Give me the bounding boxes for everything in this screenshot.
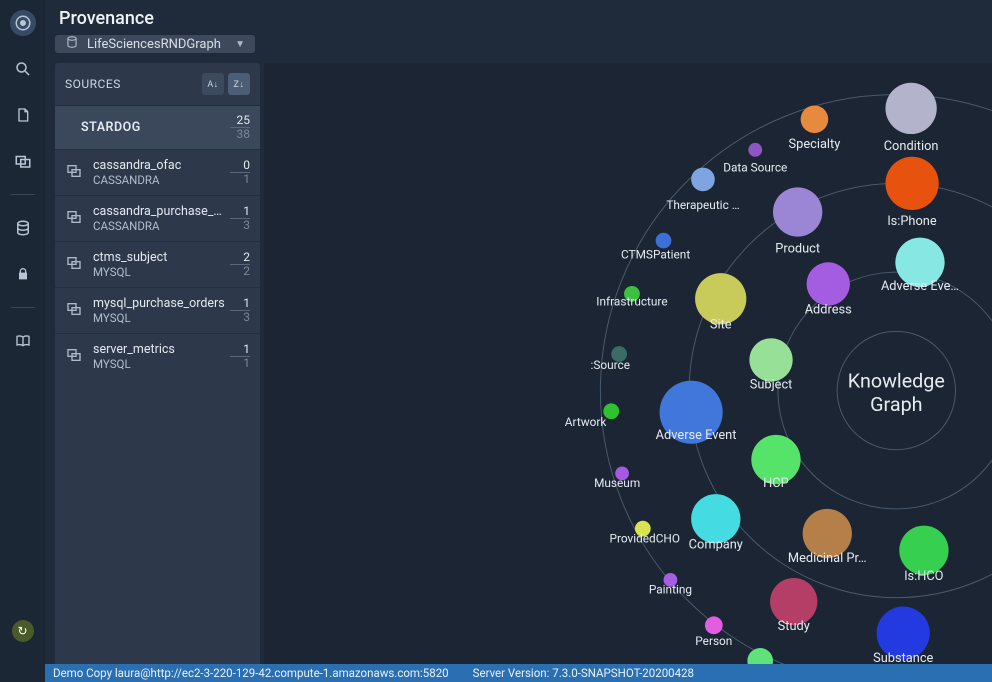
graph-node[interactable] [691, 168, 715, 192]
status-server-version: Server Version: 7.3.0-SNAPSHOT-20200428 [473, 666, 694, 680]
source-item[interactable]: STARDOG2538 [55, 105, 260, 149]
rail-separator [11, 194, 35, 195]
graph-node[interactable] [770, 578, 817, 625]
nav-search-icon[interactable] [10, 56, 36, 82]
graph-node[interactable] [885, 157, 938, 210]
datasource-icon [65, 163, 85, 183]
graph-node-label: Site [710, 317, 732, 332]
graph-node-label: :Source [590, 358, 630, 372]
graph-node-label: Adverse Eve… [881, 279, 959, 294]
graph-node-label: Address [805, 303, 852, 318]
nav-target-icon[interactable] [10, 10, 36, 36]
source-item[interactable]: ctms_subjectMYSQL22 [55, 241, 260, 287]
page-title: Provenance [45, 0, 992, 35]
sort-desc-button[interactable]: Z↓ [228, 73, 250, 95]
graph-node[interactable] [801, 105, 829, 133]
graph-node-label: Infrastructure [596, 295, 667, 309]
source-type: CASSANDRA [93, 173, 230, 187]
graph-node-label: Artwork [565, 415, 607, 429]
graph-node[interactable] [899, 526, 948, 575]
caret-down-icon: ▼ [235, 39, 245, 50]
nav-database-icon[interactable] [10, 215, 36, 241]
source-name: cassandra_purchase_… [93, 204, 230, 219]
source-item[interactable]: mysql_purchase_ordersMYSQL13 [55, 287, 260, 333]
nav-refresh-icon[interactable]: ↻ [12, 620, 34, 642]
source-list: STARDOG2538cassandra_ofacCASSANDRA01cass… [55, 105, 260, 681]
main-area: Provenance LifeSciencesRNDGraph ▼ SOURCE… [45, 0, 992, 682]
graph-node-label: Adverse Event [656, 428, 737, 443]
datasource-icon [65, 301, 85, 321]
center-label-1: Knowledge [848, 370, 945, 393]
sources-heading: SOURCES [65, 77, 121, 91]
graph-node-label: Specialty [789, 137, 841, 152]
source-type: MYSQL [93, 311, 230, 325]
graph-node[interactable] [705, 616, 723, 634]
source-item[interactable]: cassandra_ofacCASSANDRA01 [55, 149, 260, 195]
graph-node-label: Product [775, 241, 820, 256]
graph-node-label: Therapeutic … [666, 198, 739, 212]
graph-node-label: Subject [750, 378, 793, 393]
graph-node-label: Company [689, 537, 743, 552]
datasource-icon [65, 209, 85, 229]
sources-panel: SOURCES A↓ Z↓ STARDOG2538cassandra_ofacC… [55, 63, 260, 682]
nav-book-icon[interactable] [10, 328, 36, 354]
graph-selector[interactable]: LifeSciencesRNDGraph ▼ [55, 35, 255, 53]
graph-selector-value: LifeSciencesRNDGraph [87, 37, 221, 52]
graph-node-label: ls:Phone [888, 214, 937, 229]
database-icon [65, 35, 79, 53]
graph-node[interactable] [691, 494, 740, 543]
graph-node-label: Person [695, 634, 732, 648]
graph-node[interactable] [656, 233, 672, 249]
source-name: mysql_purchase_orders [93, 296, 230, 311]
source-name: server_metrics [93, 342, 230, 357]
sources-panel-header: SOURCES A↓ Z↓ [55, 63, 260, 105]
source-name: cassandra_ofac [93, 158, 230, 173]
graph-node-label: Museum [594, 476, 640, 490]
graph-node[interactable] [748, 143, 762, 157]
source-item[interactable]: cassandra_purchase_…CASSANDRA13 [55, 195, 260, 241]
source-counts: 13 [230, 205, 250, 232]
nav-rail: ↻ [0, 0, 45, 682]
graph-node[interactable] [749, 338, 792, 381]
nav-document-icon[interactable] [10, 102, 36, 128]
graph-node-label: ProvidedCHO [610, 531, 681, 545]
source-counts: 2538 [230, 114, 250, 141]
source-type: MYSQL [93, 265, 230, 279]
status-left: Demo Copy laura@http://ec2-3-220-129-42.… [53, 666, 449, 680]
nav-lock-icon[interactable] [10, 261, 36, 287]
graph-node-label: Painting [649, 583, 692, 597]
graph-node-label: Medicinal Pr… [788, 551, 867, 566]
status-bar: Demo Copy laura@http://ec2-3-220-129-42.… [45, 664, 992, 682]
datasource-icon [65, 255, 85, 275]
rail-separator [11, 307, 35, 308]
graph-canvas[interactable]: Knowledge Graph Condition Specialty ls:Pho… [264, 63, 992, 682]
graph-node[interactable] [807, 262, 850, 305]
source-counts: 11 [230, 343, 250, 370]
graph-node-label: Data Source [723, 161, 787, 175]
sort-asc-button[interactable]: A↓ [202, 73, 224, 95]
graph-node[interactable] [885, 83, 936, 134]
source-name: STARDOG [81, 120, 230, 135]
source-type: CASSANDRA [93, 219, 230, 233]
nav-tables-icon[interactable] [10, 148, 36, 174]
graph-node-label: CTMSPatient [621, 247, 690, 261]
graph-node-label: Study [778, 619, 810, 634]
source-item[interactable]: server_metricsMYSQL11 [55, 333, 260, 379]
graph-node-label: Condition [884, 139, 939, 154]
source-type: MYSQL [93, 357, 230, 371]
source-counts: 01 [230, 159, 250, 186]
source-counts: 13 [230, 297, 250, 324]
graph-node-label: ls:HCO [904, 569, 943, 584]
source-name: ctms_subject [93, 250, 230, 265]
graph-node[interactable] [773, 187, 822, 236]
source-counts: 22 [230, 251, 250, 278]
datasource-icon [65, 347, 85, 367]
graph-node-label: HCP [763, 476, 789, 491]
center-label-2: Graph [870, 393, 922, 416]
